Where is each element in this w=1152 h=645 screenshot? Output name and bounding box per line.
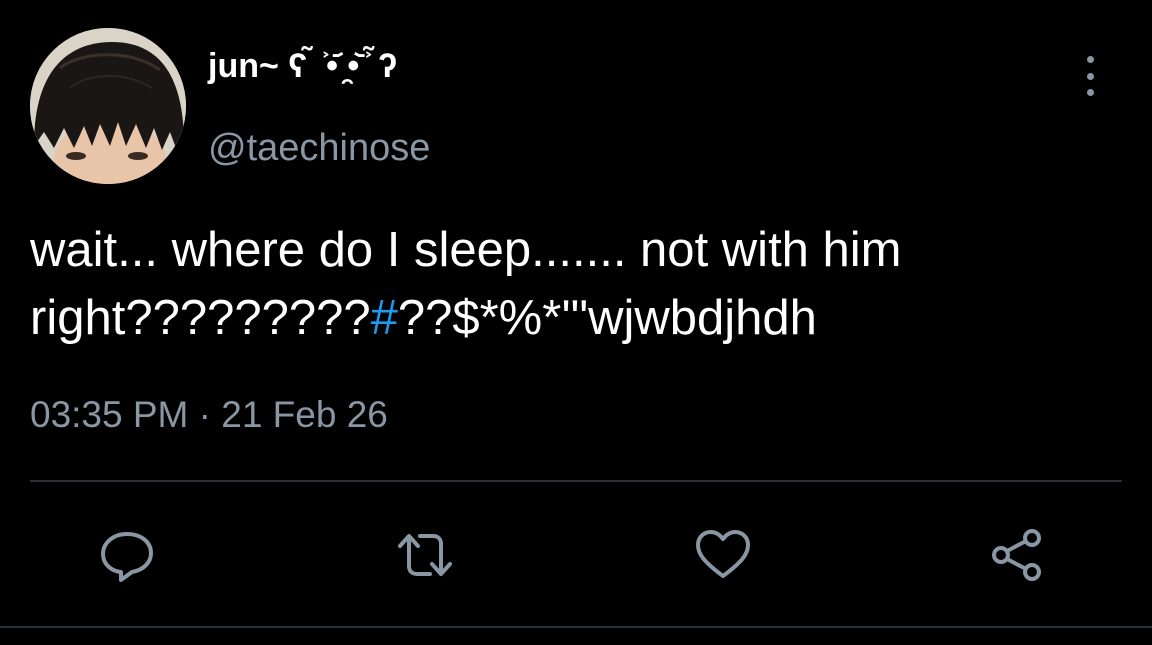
more-vertical-icon-dot xyxy=(1086,89,1094,96)
hashtag-link[interactable]: # xyxy=(371,291,398,345)
reply-button[interactable] xyxy=(98,528,156,582)
tweet-text-line-1: wait... where do I sleep....... not with… xyxy=(30,223,902,277)
tweet-timestamp[interactable]: 03:35 PM · 21 Feb 26 xyxy=(30,394,388,436)
tweet-text-segment: ??$*%*'"wjwbdjhdh xyxy=(397,291,817,345)
retweet-button[interactable] xyxy=(396,528,454,582)
avatar-photo xyxy=(30,28,186,184)
tweet-detail: jun~ ʕ ̃ ͐•᷄ ̯•᷅ ͐ ̃ʔ @taechinose wait..… xyxy=(0,0,1152,645)
user-handle[interactable]: @taechinose xyxy=(208,126,430,172)
heart-icon xyxy=(696,530,750,578)
more-vertical-icon-dot xyxy=(1086,72,1094,80)
avatar[interactable] xyxy=(30,28,186,184)
tweet-text: wait... where do I sleep....... not with… xyxy=(30,216,1120,352)
divider xyxy=(30,480,1122,482)
divider xyxy=(0,626,1152,628)
reply-icon xyxy=(101,532,153,582)
retweet-icon xyxy=(398,534,452,576)
more-vertical-icon xyxy=(1086,56,1094,63)
like-button[interactable] xyxy=(694,528,752,582)
tweet-text-segment: right????????? xyxy=(30,291,371,345)
tweet-text-line-2: right?????????#??$*%*'"wjwbdjhdh xyxy=(30,284,1120,352)
more-options-button[interactable] xyxy=(1074,56,1106,96)
share-button[interactable] xyxy=(988,528,1046,582)
display-name[interactable]: jun~ ʕ ̃ ͐•᷄ ̯•᷅ ͐ ̃ʔ xyxy=(208,46,397,87)
share-icon xyxy=(992,529,1041,581)
